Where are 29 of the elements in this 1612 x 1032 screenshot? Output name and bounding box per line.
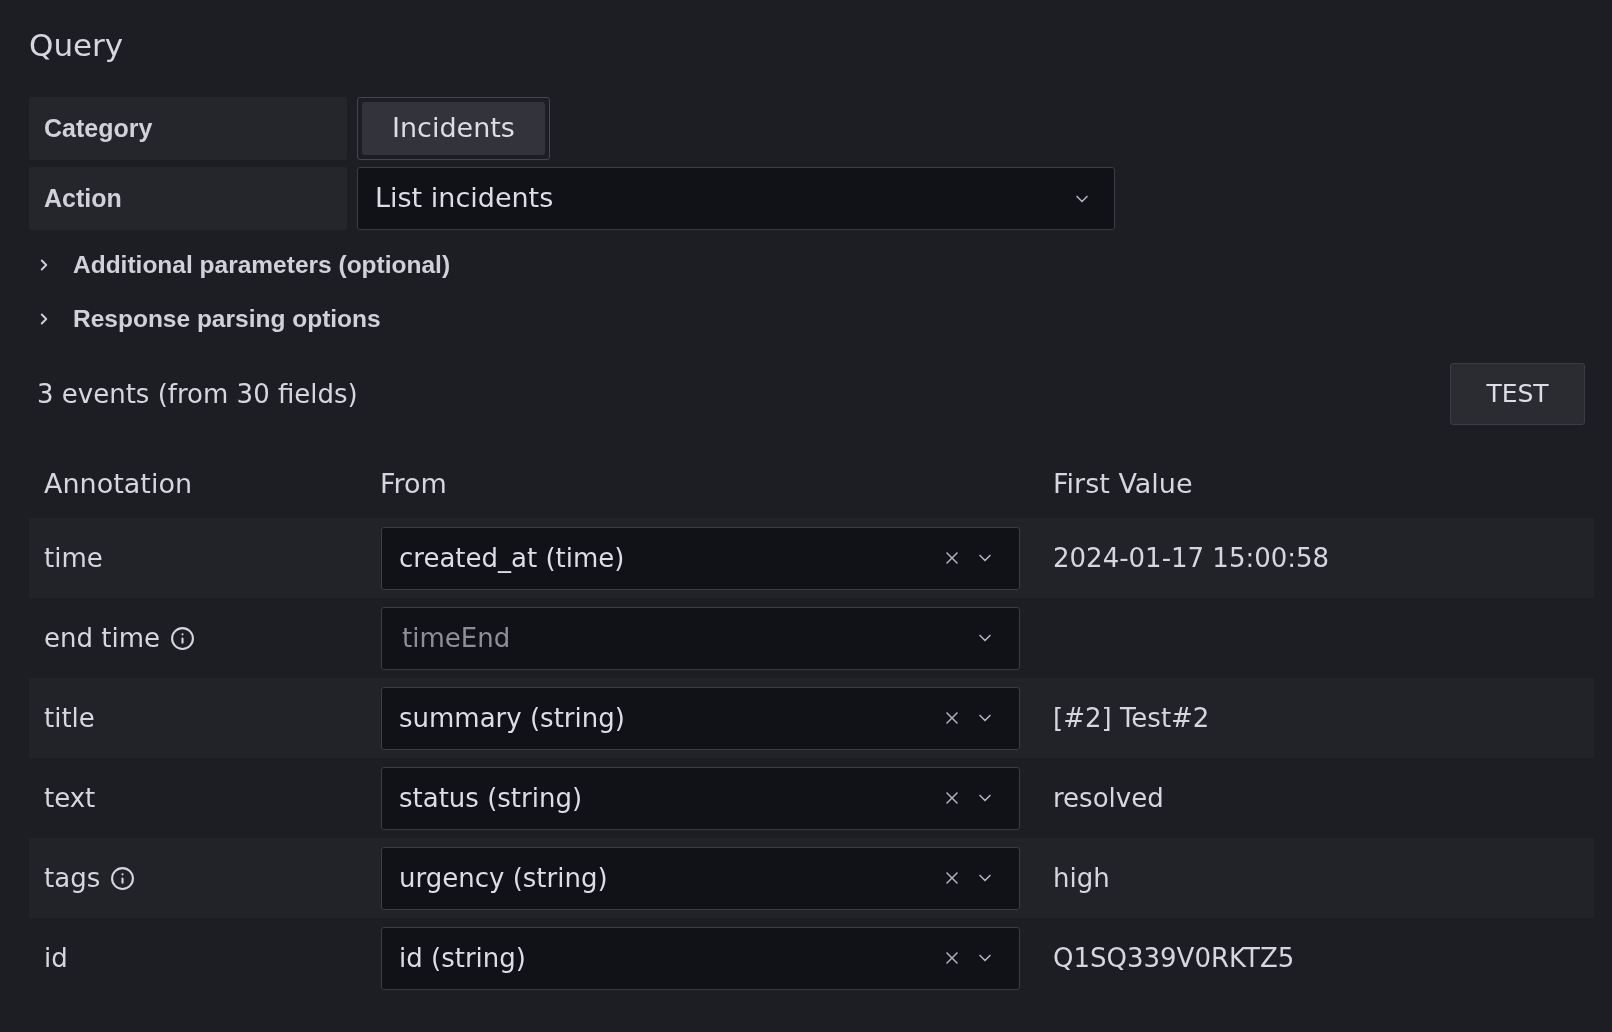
annotation-name: title xyxy=(44,701,95,735)
annotation-name: end time xyxy=(44,621,160,655)
first-value-text: high xyxy=(1053,861,1110,895)
field-select[interactable]: summary (string) xyxy=(381,686,1020,750)
annotation-name: tags xyxy=(44,861,101,895)
column-header: First Value xyxy=(1053,467,1193,501)
field-select[interactable]: id (string) xyxy=(381,926,1020,990)
first-value-text: Q1SQ339V0RKTZ5 xyxy=(1053,941,1295,975)
column-header: From xyxy=(380,467,448,501)
annotation-name: id xyxy=(44,941,68,975)
first-value-text: resolved xyxy=(1053,781,1164,815)
field-select[interactable]: urgency (string) xyxy=(381,846,1020,910)
field-select[interactable]: status (string) xyxy=(381,766,1020,830)
action-select[interactable]: List incidents xyxy=(357,167,1115,230)
first-value-text: 2024-01-17 15:00:58 xyxy=(1053,541,1330,575)
annotation-name: time xyxy=(44,541,103,575)
summary-text: 3 events (from 30 fields) xyxy=(36,377,358,411)
field-label: Category xyxy=(29,97,347,160)
field-select[interactable]: timeEnd xyxy=(381,606,1020,670)
column-header: Annotation xyxy=(43,467,194,501)
field-label: Action xyxy=(29,167,347,230)
collapsible-section-toggle[interactable]: Response parsing options xyxy=(29,292,381,346)
collapsible-section-toggle[interactable]: Additional parameters (optional) xyxy=(29,238,451,292)
section-title: Query xyxy=(29,26,124,64)
annotation-name: text xyxy=(44,781,96,815)
first-value-text: [#2] Test#2 xyxy=(1053,701,1210,735)
test-button[interactable]: TEST xyxy=(1450,363,1585,425)
field-select[interactable]: created_at (time) xyxy=(381,526,1020,590)
radio-option[interactable]: Incidents xyxy=(362,102,545,155)
